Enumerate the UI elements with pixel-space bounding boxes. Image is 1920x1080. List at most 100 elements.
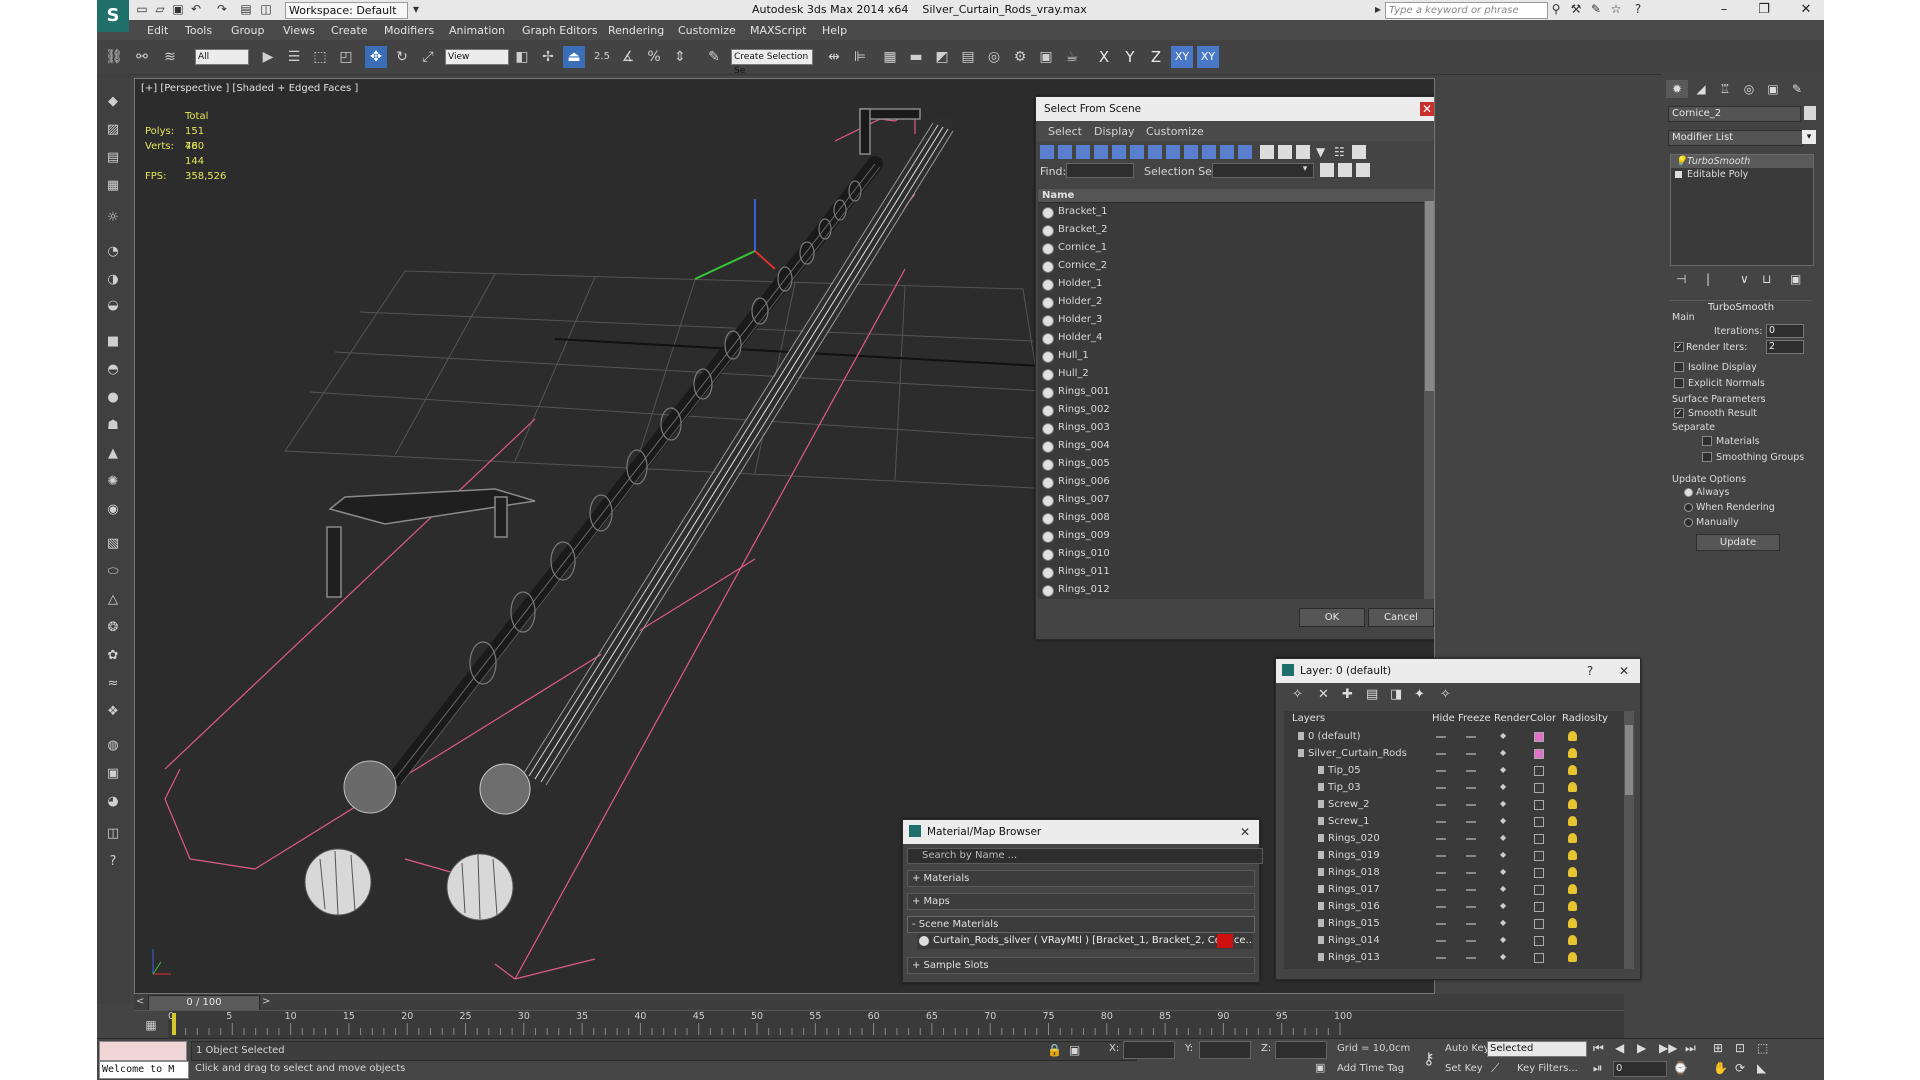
layer-freeze-toggle[interactable] bbox=[1466, 889, 1476, 891]
capsule-icon[interactable]: ⬭ bbox=[103, 562, 123, 582]
plane-icon[interactable]: ▧ bbox=[103, 534, 123, 554]
layer-freeze-toggle[interactable] bbox=[1466, 906, 1476, 908]
layer-row[interactable]: Silver_Curtain_Rods ◆ bbox=[1284, 745, 1624, 762]
layer-hide-toggle[interactable] bbox=[1436, 889, 1446, 891]
display-tab-icon[interactable]: ▣ bbox=[1762, 80, 1784, 98]
orbit-icon[interactable]: ⟳ bbox=[1735, 1061, 1745, 1075]
update-button[interactable]: Update bbox=[1696, 534, 1780, 551]
layer-scroll-thumb[interactable] bbox=[1625, 725, 1633, 795]
communication-icon[interactable]: ✎ bbox=[1589, 2, 1603, 16]
keyboard-shortcut-override-icon[interactable]: ⏏ bbox=[563, 46, 585, 68]
render-setup-toolbar-icon[interactable]: ⚙ bbox=[1009, 46, 1031, 68]
cone-icon[interactable]: ▲ bbox=[103, 444, 123, 464]
delete-layer-icon[interactable]: ✕ bbox=[1318, 687, 1329, 702]
separate-smoothing-groups-checkbox[interactable] bbox=[1702, 452, 1712, 462]
layer-col-freeze[interactable]: Freeze bbox=[1458, 711, 1491, 726]
current-frame-marker[interactable] bbox=[172, 1013, 176, 1035]
layer-row[interactable]: Screw_2 ◆ bbox=[1284, 796, 1624, 813]
go-to-start-icon[interactable]: ⏮ bbox=[1593, 1041, 1604, 1056]
layer-hide-toggle[interactable] bbox=[1436, 753, 1446, 755]
display-shapes-icon[interactable] bbox=[1058, 145, 1072, 159]
layer-freeze-toggle[interactable] bbox=[1466, 753, 1476, 755]
subscription-icon[interactable]: ⚒ bbox=[1569, 2, 1583, 16]
layer-col-layers[interactable]: Layers bbox=[1292, 711, 1325, 726]
infocenter-search-input[interactable]: Type a keyword or phrase bbox=[1385, 2, 1548, 19]
iterations-spinner[interactable]: 0 bbox=[1766, 324, 1804, 338]
scene-object-item[interactable]: Cornice_2 bbox=[1038, 257, 1434, 275]
workspace-dropdown[interactable]: Workspace: Default bbox=[285, 2, 408, 19]
layer-color-swatch[interactable] bbox=[1534, 783, 1544, 793]
layer-hide-toggle[interactable] bbox=[1436, 923, 1446, 925]
hierarchy-icon[interactable]: ▤ bbox=[103, 148, 123, 168]
restrict-x-icon[interactable]: X bbox=[1093, 46, 1115, 68]
search-expand-icon[interactable]: ▸ bbox=[1371, 2, 1385, 16]
snap-toggle-icon[interactable]: 2.5 bbox=[591, 46, 613, 68]
layer-hide-toggle[interactable] bbox=[1436, 804, 1446, 806]
layer-freeze-toggle[interactable] bbox=[1466, 821, 1476, 823]
sfs-ok-button[interactable]: OK bbox=[1299, 608, 1365, 627]
layer-color-swatch[interactable] bbox=[1534, 732, 1544, 742]
rect-selection-region-icon[interactable]: ⬚ bbox=[309, 46, 331, 68]
layer-render-teapot-icon[interactable]: ◆ bbox=[1500, 885, 1508, 893]
geosphere-icon[interactable]: ❂ bbox=[103, 618, 123, 638]
move-gizmo[interactable] bbox=[694, 199, 776, 280]
layer-freeze-toggle[interactable] bbox=[1466, 872, 1476, 874]
material-editor-icon[interactable]: ◎ bbox=[983, 46, 1005, 68]
scene-object-item[interactable]: Rings_011 bbox=[1038, 563, 1434, 581]
layer-row[interactable]: Rings_013 ◆ bbox=[1284, 949, 1624, 966]
save-file-icon[interactable]: ▣ bbox=[171, 2, 185, 16]
help-icon[interactable]: ? bbox=[1631, 2, 1645, 16]
scene-object-item[interactable]: Rings_009 bbox=[1038, 527, 1434, 545]
layer-freeze-toggle[interactable] bbox=[1466, 855, 1476, 857]
select-layer-objects-icon[interactable]: ▤ bbox=[1366, 687, 1378, 702]
scene-object-item[interactable]: Bracket_1 bbox=[1038, 203, 1434, 221]
key-filter-icon[interactable]: ⟋ bbox=[1491, 1061, 1499, 1076]
layer-hide-toggle[interactable] bbox=[1436, 872, 1446, 874]
link-icon[interactable]: ⛓ bbox=[103, 46, 125, 68]
layer-scrollbar[interactable] bbox=[1624, 711, 1634, 969]
layer-hide-toggle[interactable] bbox=[1436, 770, 1446, 772]
current-frame-input[interactable]: 0 bbox=[1613, 1061, 1667, 1077]
layer-radiosity-bulb-icon[interactable] bbox=[1568, 918, 1577, 928]
selection-filter-dropdown[interactable]: All bbox=[195, 49, 249, 65]
explicit-normals-checkbox[interactable] bbox=[1674, 378, 1684, 388]
scene-object-item[interactable]: Rings_002 bbox=[1038, 401, 1434, 419]
layer-freeze-toggle[interactable] bbox=[1466, 923, 1476, 925]
layer-render-teapot-icon[interactable]: ◆ bbox=[1500, 851, 1508, 859]
layer-color-swatch[interactable] bbox=[1534, 834, 1544, 844]
scene-object-item[interactable]: Rings_003 bbox=[1038, 419, 1434, 437]
select-by-name-icon[interactable]: ☰ bbox=[283, 46, 305, 68]
bind-spacewarp-icon[interactable]: ≋ bbox=[159, 46, 181, 68]
show-end-result-icon[interactable]: | bbox=[1706, 272, 1710, 286]
menu-tools[interactable]: Tools bbox=[185, 24, 212, 37]
question-icon[interactable]: ? bbox=[103, 852, 123, 872]
object-color-swatch[interactable] bbox=[1804, 106, 1816, 120]
layer-render-teapot-icon[interactable]: ◆ bbox=[1500, 783, 1508, 791]
menu-rendering[interactable]: Rendering bbox=[608, 24, 664, 37]
layer-freeze-toggle[interactable] bbox=[1466, 736, 1476, 738]
utilities-tab-icon[interactable]: ✎ bbox=[1786, 80, 1808, 98]
modify-tab-icon[interactable]: ◢ bbox=[1690, 80, 1712, 98]
maximize-button[interactable]: ❐ bbox=[1749, 1, 1779, 19]
select-invert-icon[interactable] bbox=[1296, 145, 1310, 159]
disc-icon[interactable]: ◉ bbox=[103, 500, 123, 520]
time-tag-icon[interactable]: ▣ bbox=[1315, 1061, 1329, 1075]
spacewarp-icon[interactable]: ◒ bbox=[103, 296, 123, 316]
separate-materials-checkbox[interactable] bbox=[1702, 436, 1712, 446]
minimize-button[interactable]: – bbox=[1709, 1, 1739, 19]
scene-list-scroll-thumb[interactable] bbox=[1425, 201, 1434, 391]
display-hidden-icon[interactable] bbox=[1238, 145, 1252, 159]
y-coord-input[interactable] bbox=[1199, 1041, 1251, 1059]
particle-icon[interactable]: ❖ bbox=[103, 702, 123, 722]
layer-render-teapot-icon[interactable]: ◆ bbox=[1500, 817, 1508, 825]
sfs-cancel-button[interactable]: Cancel bbox=[1368, 608, 1434, 627]
stack-bulb-icon[interactable]: 💡 bbox=[1675, 155, 1687, 168]
layer-hide-toggle[interactable] bbox=[1436, 736, 1446, 738]
scene-object-item[interactable]: Holder_4 bbox=[1038, 329, 1434, 347]
layer-color-swatch[interactable] bbox=[1534, 919, 1544, 929]
spinner-snap-icon[interactable]: ⇕ bbox=[669, 46, 691, 68]
layer-color-swatch[interactable] bbox=[1534, 936, 1544, 946]
light-icon[interactable]: ☼ bbox=[103, 208, 123, 228]
layer-radiosity-bulb-icon[interactable] bbox=[1568, 867, 1577, 877]
layer-freeze-toggle[interactable] bbox=[1466, 804, 1476, 806]
